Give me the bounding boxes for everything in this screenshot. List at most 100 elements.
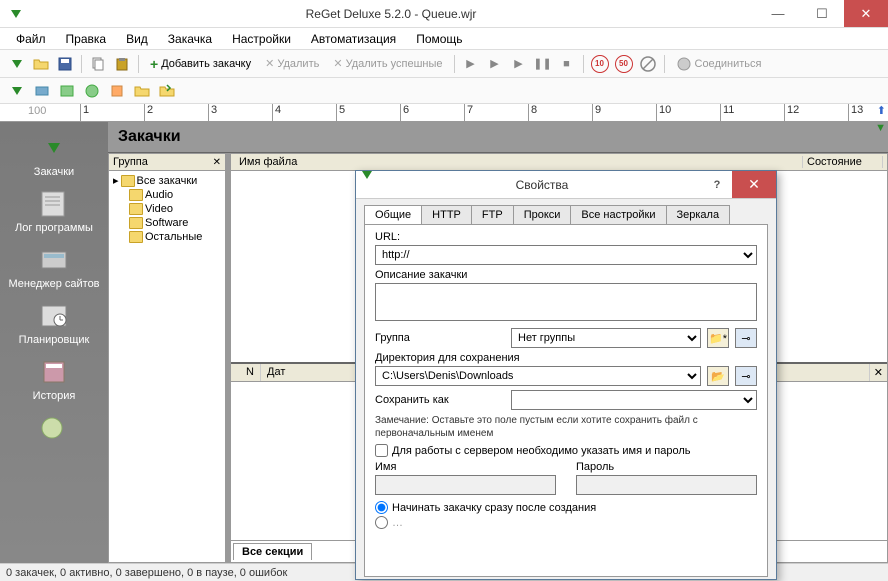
sidebar-item-log[interactable]: Лог программы (6, 184, 102, 238)
window-title: ReGet Deluxe 5.2.0 - Queue.wjr (26, 7, 756, 21)
speed-10-button[interactable]: 10 (589, 53, 611, 75)
url-input[interactable]: http:// (375, 245, 757, 265)
delete-label: Удалить (277, 58, 319, 70)
start-now-radio[interactable] (375, 501, 388, 514)
sidebar-item-sites[interactable]: Менеджер сайтов (6, 240, 102, 294)
tab-all-settings[interactable]: Все настройки (570, 205, 666, 224)
tree-item[interactable]: Audio (111, 188, 223, 202)
dialog-close-button[interactable]: ✕ (732, 171, 776, 198)
sidebar-item-scheduler[interactable]: Планировщик (6, 296, 102, 350)
group-close-icon[interactable]: ✕ (213, 157, 221, 168)
tab-general[interactable]: Общие (364, 205, 422, 224)
tab-mirrors[interactable]: Зеркала (666, 205, 731, 224)
tb2-icon-7[interactable] (156, 80, 178, 102)
tab-ftp[interactable]: FTP (471, 205, 514, 224)
menu-download[interactable]: Закачка (160, 30, 220, 48)
delete-button[interactable]: ✕Удалить (259, 53, 325, 75)
dialog-icon (362, 179, 382, 191)
start-later-radio[interactable] (375, 516, 388, 529)
col-filename[interactable]: Имя файла (235, 156, 803, 168)
saveas-select[interactable] (511, 390, 757, 410)
saveas-label: Сохранить как (375, 394, 505, 406)
tree-root[interactable]: ▸Все закачки (111, 173, 223, 188)
folder-icon (129, 231, 143, 243)
tb2-icon-6[interactable] (131, 80, 153, 102)
new-folder-icon[interactable]: 📁* (707, 328, 729, 348)
pin-icon[interactable]: ⊸ (735, 328, 757, 348)
add-download-button[interactable]: +Добавить закачку (144, 53, 257, 75)
maximize-button[interactable]: ☐ (800, 0, 844, 27)
pause-icon[interactable]: ❚❚ (532, 53, 554, 75)
connect-button[interactable]: Соединиться (670, 53, 768, 75)
col-state[interactable]: Состояние (803, 156, 883, 168)
delete-successful-button[interactable]: ✕Удалить успешные (327, 53, 448, 75)
sidebar-item-extra[interactable] (6, 408, 102, 450)
ruler-down-icon[interactable]: ▼ (875, 122, 886, 134)
stop-icon[interactable]: ■ (556, 53, 578, 75)
minimize-button[interactable]: — (756, 0, 800, 27)
dir-select[interactable]: C:\Users\Denis\Downloads (375, 366, 701, 386)
desc-label: Описание закачки (375, 269, 757, 281)
tree-item[interactable]: Остальные (111, 230, 223, 244)
play-all-icon[interactable]: ▶ (508, 53, 530, 75)
sites-icon (36, 244, 72, 276)
close-button[interactable]: ✕ (844, 0, 888, 27)
delete-successful-label: Удалить успешные (346, 58, 443, 70)
col-n[interactable]: N (231, 364, 261, 381)
play-icon[interactable]: ▶ (460, 53, 482, 75)
tb2-icon-4[interactable] (81, 80, 103, 102)
tree-item[interactable]: Video (111, 202, 223, 216)
play2-icon[interactable]: ▶ (484, 53, 506, 75)
browse-folder-icon[interactable]: 📂 (707, 366, 729, 386)
connect-label: Соединиться (695, 58, 762, 70)
tab-proxy[interactable]: Прокси (513, 205, 572, 224)
ruler-up-icon[interactable]: ⬆ (877, 104, 886, 117)
copy-icon[interactable] (87, 53, 109, 75)
tree-item[interactable]: Software (111, 216, 223, 230)
username-label: Имя (375, 461, 556, 473)
main-toolbar: +Добавить закачку ✕Удалить ✕Удалить успе… (0, 50, 888, 78)
group-select[interactable]: Нет группы (511, 328, 701, 348)
app-icon (6, 4, 26, 24)
menu-help[interactable]: Помощь (408, 30, 470, 48)
titlebar: ReGet Deluxe 5.2.0 - Queue.wjr — ☐ ✕ (0, 0, 888, 28)
menu-automation[interactable]: Автоматизация (303, 30, 404, 48)
speed-unlimited-button[interactable] (637, 53, 659, 75)
download-icon (36, 132, 72, 164)
sidebar-item-downloads[interactable]: Закачки (6, 128, 102, 182)
username-input[interactable] (375, 475, 556, 495)
speed-50-button[interactable]: 50 (613, 53, 635, 75)
tb2-icon-1[interactable] (6, 80, 28, 102)
dialog-help-button[interactable]: ? (702, 179, 732, 191)
status-text: 0 закачек, 0 активно, 0 завершено, 0 в п… (6, 567, 287, 579)
open-icon[interactable] (30, 53, 52, 75)
scheduler-icon (36, 300, 72, 332)
save-icon[interactable] (54, 53, 76, 75)
group-panel: Группа ✕ ▸Все закачки Audio Video Softwa… (108, 153, 226, 563)
folder-icon (129, 217, 143, 229)
tb2-icon-5[interactable] (106, 80, 128, 102)
pin2-icon[interactable]: ⊸ (735, 366, 757, 386)
menu-settings[interactable]: Настройки (224, 30, 299, 48)
menu-file[interactable]: Файл (8, 30, 54, 48)
new-icon[interactable] (6, 53, 28, 75)
tab-panel-general: URL: http:// Описание закачки Группа Нет… (364, 225, 768, 577)
paste-icon[interactable] (111, 53, 133, 75)
sidebar-label: Лог программы (15, 222, 93, 234)
sidebar-item-history[interactable]: История (6, 352, 102, 406)
tb2-icon-2[interactable] (31, 80, 53, 102)
auth-label: Для работы с сервером необходимо указать… (392, 445, 691, 457)
tab-all-sections[interactable]: Все секции (233, 543, 312, 560)
tab-http[interactable]: HTTP (421, 205, 472, 224)
lower-close-icon[interactable]: ✕ (870, 364, 887, 381)
sidebar-label: Менеджер сайтов (8, 278, 99, 290)
menu-edit[interactable]: Правка (58, 30, 115, 48)
menu-view[interactable]: Вид (118, 30, 156, 48)
sidebar-label: История (33, 390, 76, 402)
desc-input[interactable] (375, 283, 757, 321)
extra-icon (36, 412, 72, 444)
auth-checkbox[interactable] (375, 444, 388, 457)
dialog-tabs: Общие HTTP FTP Прокси Все настройки Зерк… (364, 205, 768, 225)
password-input[interactable] (576, 475, 757, 495)
tb2-icon-3[interactable] (56, 80, 78, 102)
